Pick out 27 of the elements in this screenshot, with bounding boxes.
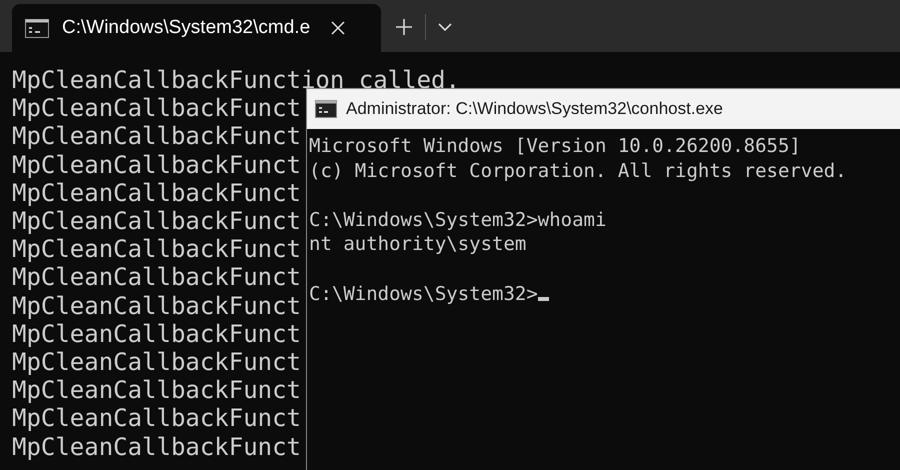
terminal-line: MpCleanCallbackFunct — [12, 292, 301, 320]
console-line: Microsoft Windows [Version 10.0.26200.8655] — [309, 134, 801, 159]
terminal-line: MpCleanCallbackFunct — [12, 432, 301, 461]
terminal-line: MpCleanCallbackFunct — [12, 207, 301, 236]
terminal-line: MpCleanCallbackFunct — [12, 376, 301, 404]
console-line: nt authority\system — [309, 232, 526, 257]
terminal-line: MpCleanCallbackFunct — [12, 235, 301, 264]
window-title: Administrator: C:\Windows\System32\conhost.exe — [346, 98, 723, 120]
terminal-line: MpCleanCallbackFunct — [12, 404, 301, 433]
console-line: (c) Microsoft Corporation. All rights reserved. — [309, 158, 847, 184]
console-icon — [315, 100, 337, 118]
terminal-line: MpCleanCallbackFunction called. — [12, 66, 460, 94]
console-icon — [25, 18, 49, 38]
terminal-line: MpCleanCallbackFunct — [12, 348, 301, 376]
terminal-line: MpCleanCallbackFunct — [12, 178, 301, 208]
console-prompt: C:\Windows\System32> — [309, 282, 538, 306]
terminal-line: MpCleanCallbackFunct — [12, 263, 301, 292]
terminal-tab[interactable]: C:\Windows\System32\cmd.e — [12, 4, 381, 52]
new-tab-icon[interactable] — [395, 18, 413, 36]
close-icon[interactable] — [331, 21, 345, 35]
terminal-line: MpCleanCallbackFunct — [12, 150, 301, 179]
console-line: C:\Windows\System32>whoami — [309, 208, 606, 232]
terminal-line: MpCleanCallbackFunct — [12, 122, 301, 151]
terminal-line: MpCleanCallbackFunct — [12, 94, 301, 122]
terminal-line: MpCleanCallbackFunct — [12, 320, 301, 348]
chevron-down-icon[interactable] — [438, 23, 452, 31]
tab-title: C:\Windows\System32\cmd.e — [62, 16, 312, 40]
